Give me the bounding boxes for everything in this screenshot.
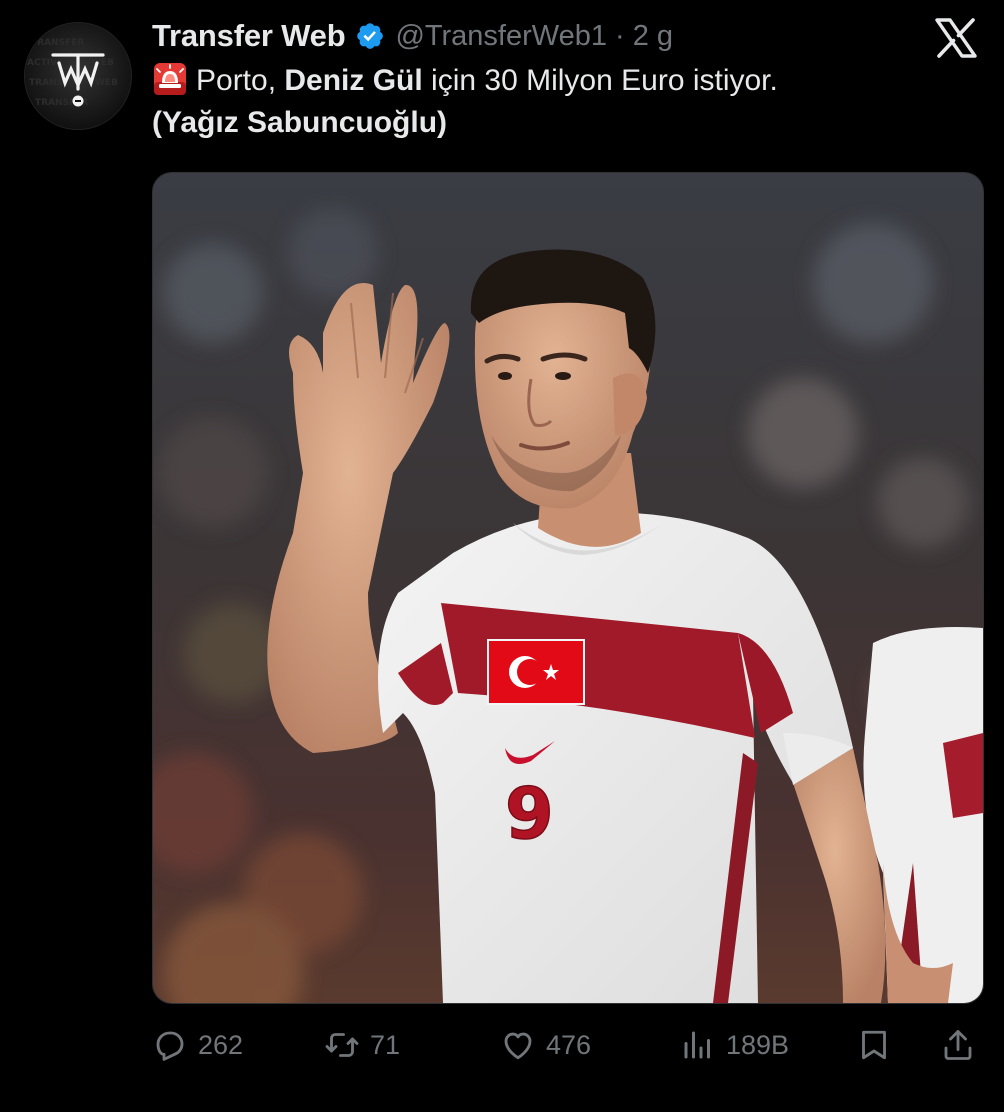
football-player-photo: 9 [153, 173, 983, 1003]
tweet-text-line-1: Porto, Deniz Gül için 30 Milyon Euro ist… [152, 60, 972, 102]
tweet-actions: 262 71 476 189B [152, 1022, 982, 1068]
like-count: 476 [546, 1029, 592, 1060]
avatar[interactable]: TRANSFER ACTIVE WEB TRANSF WEB TRANSFER [24, 22, 132, 130]
svg-text:WEB: WEB [95, 78, 118, 88]
jersey-number: 9 [505, 773, 554, 855]
bookmark-icon [862, 1030, 886, 1060]
reply-button[interactable]: 262 [152, 1022, 243, 1068]
retweet-count: 71 [370, 1029, 401, 1060]
retweet-button[interactable]: 71 [324, 1022, 400, 1068]
reply-icon [156, 1031, 184, 1061]
share-button[interactable] [940, 1022, 976, 1068]
tweet-text-part-2: için 30 Milyon Euro istiyor. [422, 64, 778, 97]
views-button[interactable]: 189B [680, 1022, 789, 1068]
retweet-icon [325, 1033, 359, 1057]
svg-text:TRANSFER: TRANSFER [31, 38, 84, 48]
views-icon [684, 1031, 710, 1059]
tweet-text: Porto, Deniz Gül için 30 Milyon Euro ist… [152, 60, 972, 144]
tweet-photo[interactable]: 9 [152, 172, 984, 1004]
tweet-header: Transfer Web @TransferWeb1 · 2 g [152, 14, 673, 58]
user-handle[interactable]: @TransferWeb1 [395, 20, 607, 53]
tweet-source: (Yağız Sabuncuoğlu) [152, 106, 448, 139]
share-icon [944, 1030, 972, 1060]
tweet-text-part-1: Porto, [196, 64, 285, 97]
like-button[interactable]: 476 [500, 1022, 591, 1068]
tweet-timestamp[interactable]: 2 g [633, 20, 673, 53]
player-name: Deniz Gül [284, 64, 423, 97]
bookmark-button[interactable] [856, 1022, 892, 1068]
display-name[interactable]: Transfer Web [152, 18, 346, 54]
heart-icon [504, 1032, 532, 1060]
transfer-web-logo: TRANSFER ACTIVE WEB TRANSF WEB TRANSFER [25, 23, 131, 129]
reply-count: 262 [198, 1029, 244, 1060]
rotating-light-icon [152, 62, 188, 96]
tweet-card: TRANSFER ACTIVE WEB TRANSF WEB TRANSFER … [0, 0, 1004, 1112]
x-logo-icon [934, 18, 978, 58]
separator-dot: · [615, 19, 625, 52]
views-count: 189B [726, 1029, 790, 1060]
verified-badge-icon [355, 21, 385, 51]
